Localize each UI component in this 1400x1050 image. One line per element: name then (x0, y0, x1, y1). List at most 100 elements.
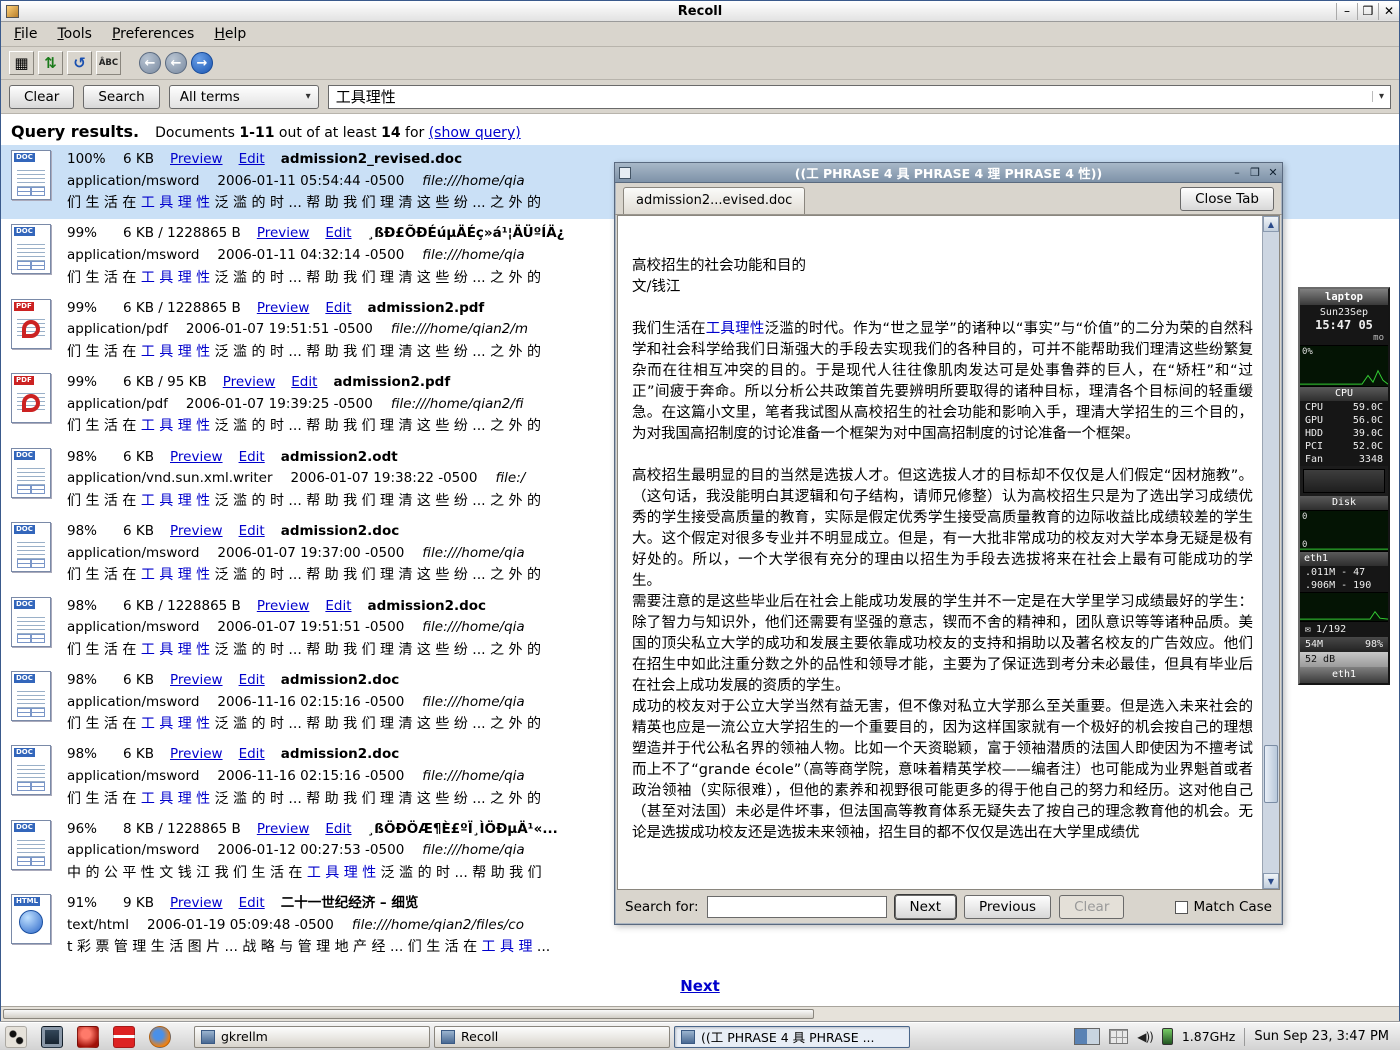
result-edit-link[interactable]: Edit (325, 597, 351, 617)
taskbar-clock[interactable]: Sun Sep 23, 3:47 PM (1254, 1029, 1389, 1044)
forward-icon[interactable]: → (191, 52, 213, 74)
volume-icon[interactable]: ◀)) (1137, 1030, 1153, 1044)
battery-icon[interactable] (1162, 1028, 1173, 1045)
result-size: 6 KB / 1228865 B (123, 597, 241, 617)
toolbox-launcher-icon[interactable] (113, 1026, 135, 1048)
result-mime: application/vnd.sun.xml.writer (67, 469, 273, 489)
next-page-link[interactable]: Next (680, 977, 720, 995)
result-edit-link[interactable]: Edit (239, 522, 265, 542)
paw-launcher-icon[interactable] (5, 1026, 27, 1048)
preview-window-controls: – ❒ ✕ (1228, 165, 1282, 181)
result-edit-link[interactable]: Edit (239, 894, 265, 914)
search-button[interactable]: Search (83, 85, 159, 109)
preview-tab[interactable]: admission2...evised.doc (623, 187, 805, 214)
result-url: file:///home/qia (422, 246, 524, 266)
menu-file[interactable]: File (5, 24, 46, 44)
result-edit-link[interactable]: Edit (325, 224, 351, 244)
history-icon[interactable]: ↺ (67, 51, 92, 75)
result-preview-link[interactable]: Preview (257, 820, 310, 840)
preview-close-icon[interactable]: ✕ (1264, 165, 1282, 181)
gkrellm-memory: 54M 98% (1300, 637, 1388, 652)
result-title: admission2.doc (281, 671, 400, 691)
gkrellm-temps: CPU59.0CGPU56.0CHDD39.0CPCI52.0CFan3348 (1300, 401, 1388, 466)
back-icon[interactable]: ← (139, 52, 161, 74)
menu-tools[interactable]: Tools (48, 24, 101, 44)
result-url: file:///home/qian2/files/co (352, 916, 524, 936)
result-abstract: 们 生 活 在 工 具 理 性 泛 滥 的 时 ... 帮 助 我 们 理 清 … (67, 789, 541, 809)
spellcheck-icon[interactable]: ÂBC (96, 51, 121, 75)
result-edit-link[interactable]: Edit (325, 820, 351, 840)
result-edit-link[interactable]: Edit (291, 373, 317, 393)
task-label: Recoll (461, 1029, 498, 1044)
show-query-link[interactable]: (show query) (429, 125, 521, 141)
maximize-icon[interactable]: ❒ (1357, 3, 1378, 20)
taskbar: gkrellm Recoll ((工 PHRASE 4 具 PHRASE ... ◀… (0, 1022, 1400, 1050)
horizontal-scrollbar[interactable] (1, 1006, 1399, 1021)
menu-help[interactable]: Help (205, 24, 255, 44)
horizontal-scrollbar-thumb[interactable] (3, 1009, 814, 1019)
result-preview-link[interactable]: Preview (223, 373, 276, 393)
result-edit-link[interactable]: Edit (239, 448, 265, 468)
taskbar-task[interactable]: Recoll (434, 1026, 670, 1048)
menu-bar: FileToolsPreferencesHelp (1, 22, 1399, 47)
player-launcher-icon[interactable] (77, 1026, 99, 1048)
filetype-icon: DOC (11, 597, 51, 647)
result-mime: application/msword (67, 841, 199, 861)
taskbar-task[interactable]: gkrellm (194, 1026, 430, 1048)
keyboard-grid-icon[interactable] (1109, 1029, 1128, 1044)
result-edit-link[interactable]: Edit (239, 671, 265, 691)
result-preview-link[interactable]: Preview (257, 597, 310, 617)
workspace-pager-icon[interactable] (1074, 1028, 1100, 1045)
titlebar[interactable]: Recoll – ❒ ✕ (1, 1, 1399, 22)
query-history-icon[interactable]: ▾ (1372, 91, 1390, 102)
taskbar-task[interactable]: ((工 PHRASE 4 具 PHRASE ... (674, 1026, 910, 1048)
result-title: admission2.pdf (368, 299, 485, 319)
preview-titlebar[interactable]: ((工 PHRASE 4 具 PHRASE 4 理 PHRASE 4 性)) –… (615, 163, 1282, 183)
minimize-icon[interactable]: – (1336, 3, 1357, 20)
find-previous-button[interactable]: Previous (964, 895, 1051, 919)
scroll-down-icon[interactable]: ▼ (1263, 873, 1279, 889)
find-input[interactable] (707, 896, 887, 918)
result-date: 2006-01-07 19:39:25 -0500 (186, 395, 373, 415)
scroll-up-icon[interactable]: ▲ (1263, 216, 1279, 232)
result-preview-link[interactable]: Preview (170, 671, 223, 691)
result-preview-link[interactable]: Preview (170, 448, 223, 468)
result-relevance: 98% (67, 745, 107, 765)
result-preview-link[interactable]: Preview (170, 150, 223, 170)
result-mime: application/pdf (67, 395, 168, 415)
result-preview-link[interactable]: Preview (170, 745, 223, 765)
sort-icon[interactable]: ⇅ (38, 51, 63, 75)
clear-button[interactable]: Clear (9, 85, 74, 109)
result-abstract: 们 生 活 在 工 具 理 性 泛 滥 的 时 ... 帮 助 我 们 理 清 … (67, 640, 541, 660)
gkrellm-net-chart (1300, 592, 1388, 622)
result-preview-link[interactable]: Preview (257, 299, 310, 319)
task-label: gkrellm (221, 1029, 268, 1044)
result-edit-link[interactable]: Edit (239, 150, 265, 170)
close-tab-button[interactable]: Close Tab (1180, 187, 1274, 211)
menu-preferences[interactable]: Preferences (103, 24, 203, 44)
result-title: admission2.pdf (333, 373, 450, 393)
result-preview-link[interactable]: Preview (170, 894, 223, 914)
back-alt-icon[interactable]: ← (165, 52, 187, 74)
preview-scrollbar-track[interactable] (1263, 232, 1279, 873)
term-mode-select[interactable]: All terms ▾ (169, 85, 319, 109)
match-case-checkbox[interactable] (1175, 901, 1188, 914)
result-date: 2006-01-07 19:51:51 -0500 (186, 320, 373, 340)
result-preview-link[interactable]: Preview (170, 522, 223, 542)
tray-separator (1244, 1028, 1245, 1046)
preview-scrollbar-thumb[interactable] (1264, 745, 1278, 803)
search-input[interactable] (329, 88, 1372, 106)
doc-table-icon[interactable]: ▦ (9, 51, 34, 75)
preview-minimize-icon[interactable]: – (1228, 165, 1246, 181)
find-next-button[interactable]: Next (895, 895, 956, 919)
result-date: 2006-01-12 00:27:53 -0500 (217, 841, 404, 861)
preview-scrollbar[interactable]: ▲ ▼ (1262, 216, 1279, 889)
terminal-launcher-icon[interactable] (41, 1026, 63, 1048)
close-icon[interactable]: ✕ (1378, 3, 1399, 20)
result-edit-link[interactable]: Edit (325, 299, 351, 319)
result-edit-link[interactable]: Edit (239, 745, 265, 765)
firefox-launcher-icon[interactable] (149, 1026, 171, 1048)
find-clear-button[interactable]: Clear (1059, 895, 1124, 919)
preview-maximize-icon[interactable]: ❒ (1246, 165, 1264, 181)
result-preview-link[interactable]: Preview (257, 224, 310, 244)
